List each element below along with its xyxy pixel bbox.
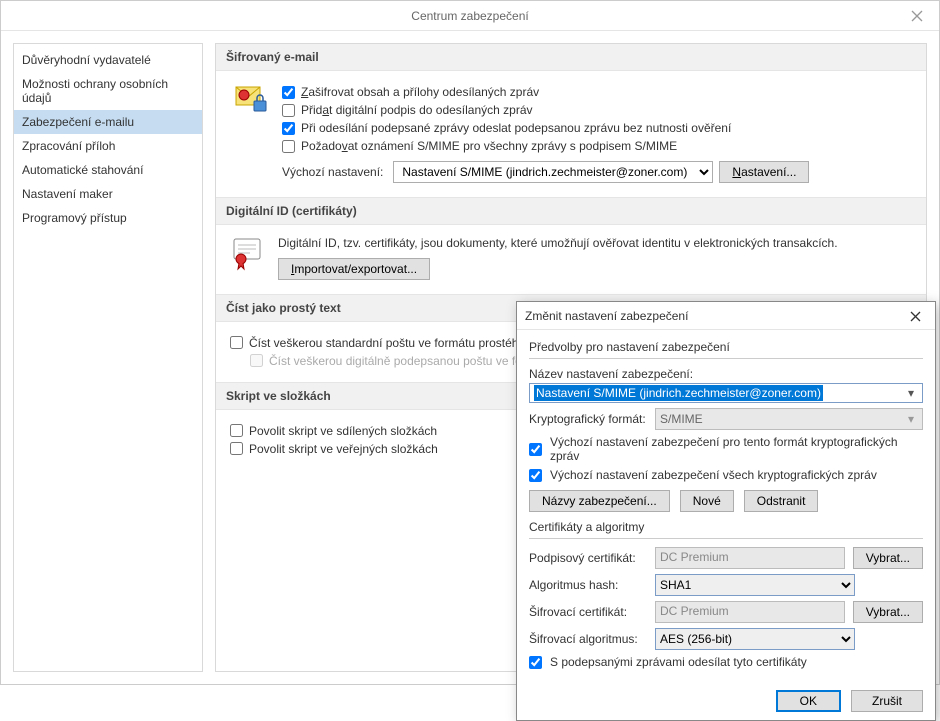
chk-read-std-plain[interactable] (230, 336, 243, 349)
sidebar-item-auto-download[interactable]: Automatické stahování (14, 158, 202, 182)
chevron-down-icon: ▾ (904, 412, 918, 426)
import-export-button[interactable]: Importovat/exportovat... (278, 258, 430, 280)
digid-description: Digitální ID, tzv. certifikáty, jsou dok… (278, 235, 912, 252)
prefs-group-label: Předvolby pro nastavení zabezpečení (529, 340, 923, 354)
envelope-lock-icon (230, 81, 270, 121)
ok-button[interactable]: OK (776, 690, 841, 712)
security-name-value: Nastavení S/MIME (jindrich.zechmeister@z… (534, 385, 823, 401)
group-body-digid: Digitální ID, tzv. certifikáty, jsou dok… (216, 225, 926, 294)
chk-receipt-label: Požadovat oznámení S/MIME pro všechny zp… (301, 139, 677, 153)
chk-send-certs-label: S podepsanými zprávami odesílat tyto cer… (550, 655, 807, 669)
chk-script-public-label: Povolit skript ve veřejných složkách (249, 442, 438, 456)
security-name-combo[interactable]: Nastavení S/MIME (jindrich.zechmeister@z… (529, 383, 923, 403)
chk-read-std-plain-label: Číst veškerou standardní poštu ve formát… (249, 336, 555, 350)
titlebar: Centrum zabezpečení (1, 1, 939, 31)
group-header-digid: Digitální ID (certifikáty) (216, 197, 926, 225)
dialog-title: Změnit nastavení zabezpečení (525, 309, 688, 323)
choose-sign-cert-button[interactable]: Vybrat... (853, 547, 923, 569)
sign-cert-label: Podpisový certifikát: (529, 551, 647, 565)
chk-cleartext[interactable] (282, 122, 295, 135)
chk-script-public[interactable] (230, 442, 243, 455)
certificate-icon (230, 235, 266, 271)
sidebar-item-privacy[interactable]: Možnosti ochrany osobních údajů (14, 72, 202, 110)
sign-cert-field: DC Premium (655, 547, 845, 569)
security-name-label: Název nastavení zabezpečení: (529, 367, 693, 381)
security-labels-button[interactable]: Názvy zabezpečení... (529, 490, 670, 512)
group-body-encrypted: Zašifrovat obsah a přílohy odesílaných z… (216, 71, 926, 197)
hash-alg-combo[interactable]: SHA1 (655, 574, 855, 596)
dialog-titlebar: Změnit nastavení zabezpečení (517, 302, 935, 330)
chk-default-format-label: Výchozí nastavení zabezpečení pro tento … (550, 435, 923, 463)
chk-script-shared[interactable] (230, 424, 243, 437)
new-button[interactable]: Nové (680, 490, 734, 512)
chk-receipt[interactable] (282, 140, 295, 153)
delete-button[interactable]: Odstranit (744, 490, 819, 512)
chevron-down-icon: ▾ (904, 386, 918, 400)
enc-cert-field: DC Premium (655, 601, 845, 623)
close-button[interactable] (894, 1, 939, 31)
default-settings-combo[interactable]: Nastavení S/MIME (jindrich.zechmeister@z… (393, 161, 713, 183)
enc-cert-label: Šifrovací certifikát: (529, 605, 647, 619)
chk-default-all-label: Výchozí nastavení zabezpečení všech kryp… (550, 468, 877, 482)
settings-button[interactable]: Nastavení... (719, 161, 809, 183)
chk-read-signed-plain (250, 354, 263, 367)
crypto-format-label: Kryptografický formát: (529, 412, 647, 426)
change-security-settings-dialog: Změnit nastavení zabezpečení Předvolby p… (516, 301, 936, 721)
trust-center-window: Centrum zabezpečení Důvěryhodní vydavate… (0, 0, 940, 685)
sidebar-item-programmatic[interactable]: Programový přístup (14, 206, 202, 230)
chk-default-format[interactable] (529, 443, 542, 456)
sidebar-item-attachments[interactable]: Zpracování příloh (14, 134, 202, 158)
chk-send-certs[interactable] (529, 656, 542, 669)
chk-encrypt-label: Zašifrovat obsah a přílohy odesílaných z… (301, 85, 539, 99)
crypto-format-combo: S/MIME ▾ (655, 408, 923, 430)
dialog-body: Předvolby pro nastavení zabezpečení Náze… (517, 330, 935, 682)
chk-script-shared-label: Povolit skript ve sdílených složkách (249, 424, 437, 438)
chk-cleartext-label: Při odesílání podepsané zprávy odeslat p… (301, 121, 731, 135)
sidebar-item-publishers[interactable]: Důvěryhodní vydavatelé (14, 48, 202, 72)
chk-sign-label: Přidat digitální podpis do odesílaných z… (301, 103, 533, 117)
chk-encrypt[interactable] (282, 86, 295, 99)
dialog-footer: OK Zrušit (517, 682, 935, 720)
default-settings-label: Výchozí nastavení: (282, 165, 383, 179)
hash-alg-label: Algoritmus hash: (529, 578, 647, 592)
certs-group-label: Certifikáty a algoritmy (529, 520, 923, 534)
sidebar-item-email-security[interactable]: Zabezpečení e-mailu (14, 110, 202, 134)
enc-alg-combo[interactable]: AES (256-bit) (655, 628, 855, 650)
sidebar: Důvěryhodní vydavatelé Možnosti ochrany … (13, 43, 203, 672)
chk-sign[interactable] (282, 104, 295, 117)
cancel-button[interactable]: Zrušit (851, 690, 923, 712)
choose-enc-cert-button[interactable]: Vybrat... (853, 601, 923, 623)
sidebar-item-macros[interactable]: Nastavení maker (14, 182, 202, 206)
chk-default-all[interactable] (529, 469, 542, 482)
enc-alg-label: Šifrovací algoritmus: (529, 632, 647, 646)
dialog-close-button[interactable] (895, 302, 935, 330)
group-header-encrypted: Šifrovaný e-mail (216, 44, 926, 71)
window-title: Centrum zabezpečení (411, 9, 528, 23)
